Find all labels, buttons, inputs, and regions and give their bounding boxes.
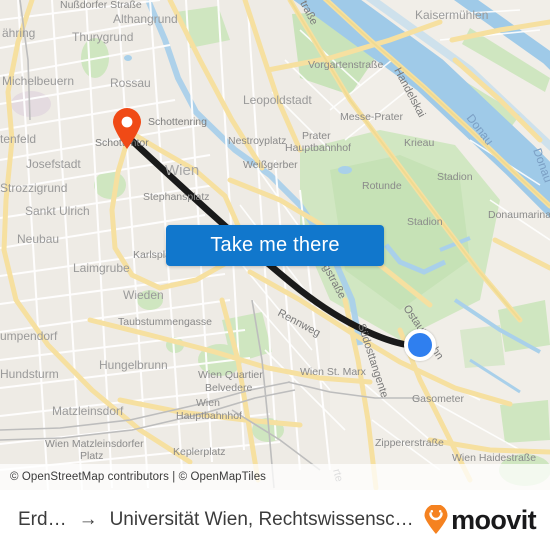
map-label: ähring [2, 26, 35, 40]
map-label: Hauptbahnhof [176, 410, 242, 422]
map-label: Wien St. Marx [300, 366, 367, 378]
map-label: Wien Haidestraße [452, 452, 536, 464]
map-label: tenfeld [0, 132, 36, 146]
map-attribution-text: © OpenStreetMap contributors | © OpenMap… [10, 471, 267, 483]
destination-dot[interactable] [404, 329, 436, 361]
map-attribution-bar: © OpenStreetMap contributors | © OpenMap… [0, 464, 550, 490]
map-label: Althangrund [113, 12, 178, 26]
map-label: Strozzigrund [0, 181, 67, 195]
map-label: Hauptbahnhof [285, 142, 351, 154]
map-label: Belvedere [205, 382, 252, 394]
map-label: Rossau [110, 76, 151, 90]
trip-destination-label: Universität Wien, Rechtswissenschaftlich… [109, 509, 416, 530]
map-label: Gasometer [412, 393, 464, 405]
trip-origin-label: Erd… [18, 509, 67, 530]
map-label: Stephansplatz [143, 191, 210, 203]
map-canvas[interactable]: Nußdorfer Straße Althangrund Thurygrund ähr… [0, 0, 550, 490]
map-label: Laimgrube [73, 261, 130, 275]
map-label: Sankt Ulrich [25, 204, 90, 218]
map-label: Messe-Prater [340, 111, 404, 123]
trip-summary-bar[interactable]: Erd… → Universität Wien, Rechtswissensch… [0, 490, 550, 550]
map-label: Keplerplatz [173, 446, 226, 458]
origin-pin[interactable] [112, 108, 142, 150]
map-label: Kaisermühlen [415, 8, 488, 22]
map-label: Leopoldstadt [243, 93, 312, 107]
map-label: Wieden [123, 288, 164, 302]
map-label: Schottenring [148, 116, 207, 128]
map-label: Wien [196, 397, 220, 409]
moovit-map-screen: Nußdorfer Straße Althangrund Thurygrund ähr… [0, 0, 550, 550]
map-label: Nußdorfer Straße [60, 0, 142, 11]
map-label: Vorgartenstraße [308, 59, 383, 71]
map-label: Neubau [17, 232, 59, 246]
map-label: Wien Quartier [198, 369, 263, 381]
moovit-pin-icon [424, 505, 448, 534]
map-label: Stadion [437, 171, 473, 183]
map-label: umpendorf [0, 329, 58, 343]
map-label: Zippererstraße [375, 437, 444, 449]
moovit-logo[interactable]: moovit [423, 505, 542, 535]
moovit-wordmark: moovit [451, 504, 537, 535]
map-label: Stadion [407, 216, 443, 228]
map-label: Donaumarina [488, 209, 550, 221]
map-label: Josefstadt [26, 157, 81, 171]
map-label: Hungelbrunn [99, 358, 168, 372]
map-label: Nestroyplatz [228, 135, 286, 147]
map-label: Hundsturm [0, 367, 59, 381]
map-label: Platz [80, 450, 103, 462]
map-label: Wien Matzleinsdorfer [45, 438, 144, 450]
map-label: Prater [302, 130, 331, 142]
map-label: Krieau [404, 137, 435, 149]
map-label: Michelbeuern [2, 74, 74, 88]
take-me-there-button[interactable]: Take me there [166, 225, 384, 266]
arrow-right-icon: → [78, 509, 98, 530]
trip-endpoints: Erd… → Universität Wien, Rechtswissensch… [18, 509, 415, 531]
map-label: Taubstummengasse [118, 316, 212, 328]
map-label: Thurygrund [72, 30, 133, 44]
map-label: Wien [165, 162, 199, 179]
map-label: Weißgerber [243, 159, 298, 171]
map-label: Matzleinsdorf [52, 404, 124, 418]
map-label: Rotunde [362, 180, 402, 192]
